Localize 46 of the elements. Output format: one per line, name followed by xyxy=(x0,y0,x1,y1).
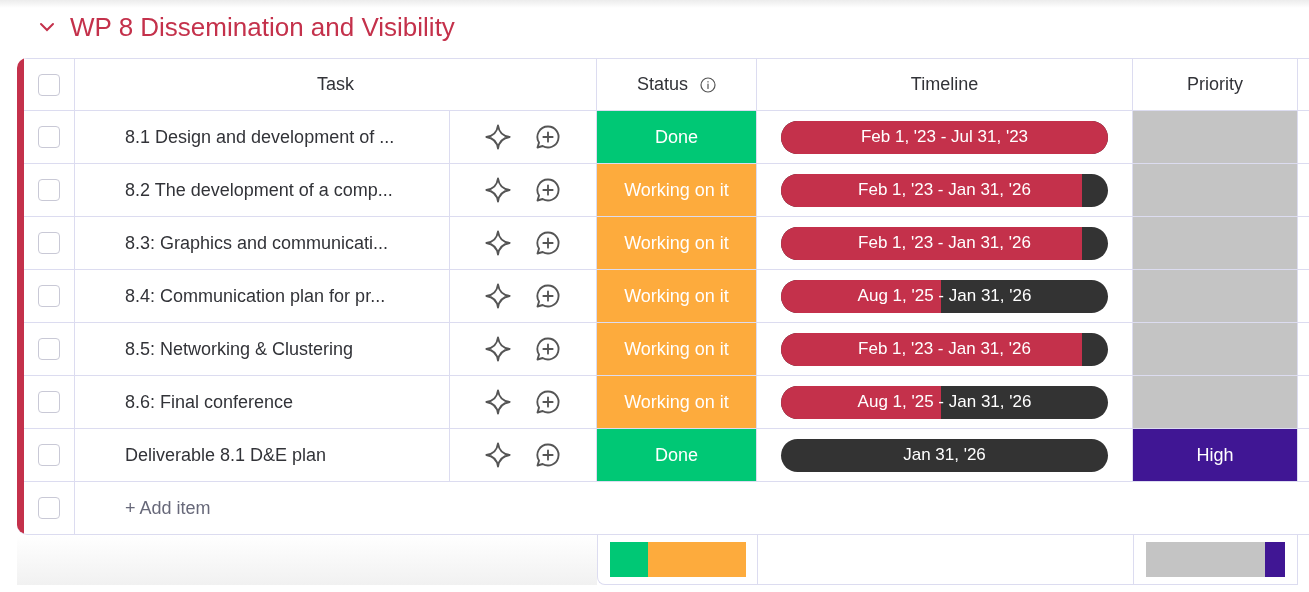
task-name[interactable]: 8.2 The development of a comp... xyxy=(125,176,393,204)
row-checkbox[interactable] xyxy=(38,232,60,254)
task-name[interactable]: 8.6: Final conference xyxy=(125,388,294,416)
sparkle-icon[interactable] xyxy=(484,176,512,204)
add-comment-icon[interactable] xyxy=(534,176,562,204)
add-item-link[interactable]: + Add item xyxy=(125,494,211,522)
add-comment-icon[interactable] xyxy=(534,388,562,416)
priority-label[interactable]: High xyxy=(1133,429,1298,481)
row-checkbox[interactable] xyxy=(38,126,60,148)
task-name[interactable]: 8.5: Networking & Clustering xyxy=(125,335,354,363)
row-checkbox[interactable] xyxy=(38,391,60,413)
row-checkbox[interactable] xyxy=(38,444,60,466)
timeline-bar[interactable]: Feb 1, '23 - Jul 31, '23 xyxy=(781,120,1108,154)
column-header[interactable]: Task xyxy=(317,71,354,98)
sparkle-icon[interactable] xyxy=(484,229,512,257)
add-comment-icon[interactable] xyxy=(534,123,562,151)
row-checkbox[interactable] xyxy=(38,73,60,96)
column-header[interactable]: Status xyxy=(637,71,688,98)
timeline-bar[interactable]: Feb 1, '23 - Jan 31, '26 xyxy=(781,173,1108,207)
group-title: WP 8 Dissemination and Visibility xyxy=(70,10,455,44)
sparkle-icon[interactable] xyxy=(484,441,512,469)
row-checkbox[interactable] xyxy=(38,338,60,360)
row-checkbox[interactable] xyxy=(38,179,60,201)
timeline-bar[interactable]: Feb 1, '23 - Jan 31, '26 xyxy=(781,332,1108,366)
column-header[interactable]: Timeline xyxy=(910,71,979,98)
sparkle-icon[interactable] xyxy=(484,282,512,310)
task-name[interactable]: Deliverable 8.1 D&E plan xyxy=(125,441,327,469)
timeline-bar[interactable]: Feb 1, '23 - Jan 31, '26 xyxy=(781,226,1108,260)
row-checkbox[interactable] xyxy=(38,497,60,519)
sparkle-icon[interactable] xyxy=(484,123,512,151)
timeline-bar[interactable]: Aug 1, '25 - Jan 31, '26 xyxy=(781,279,1108,313)
timeline-bar[interactable]: Aug 1, '25 - Jan 31, '26 xyxy=(781,385,1108,419)
row-checkbox[interactable] xyxy=(38,285,60,307)
task-name[interactable]: 8.1 Design and development of ... xyxy=(125,123,395,151)
timeline-bar[interactable]: Jan 31, '26 xyxy=(781,438,1108,472)
add-comment-icon[interactable] xyxy=(534,229,562,257)
add-comment-icon[interactable] xyxy=(534,282,562,310)
chevron-icon[interactable] xyxy=(38,21,56,33)
info-icon[interactable] xyxy=(700,76,716,93)
add-comment-icon[interactable] xyxy=(534,335,562,363)
column-header[interactable]: Priority xyxy=(1187,71,1243,98)
add-comment-icon[interactable] xyxy=(534,441,562,469)
sparkle-icon[interactable] xyxy=(484,388,512,416)
sparkle-icon[interactable] xyxy=(484,335,512,363)
task-name[interactable]: 8.4: Communication plan for pr... xyxy=(125,282,386,310)
task-name[interactable]: 8.3: Graphics and communicati... xyxy=(125,229,389,257)
